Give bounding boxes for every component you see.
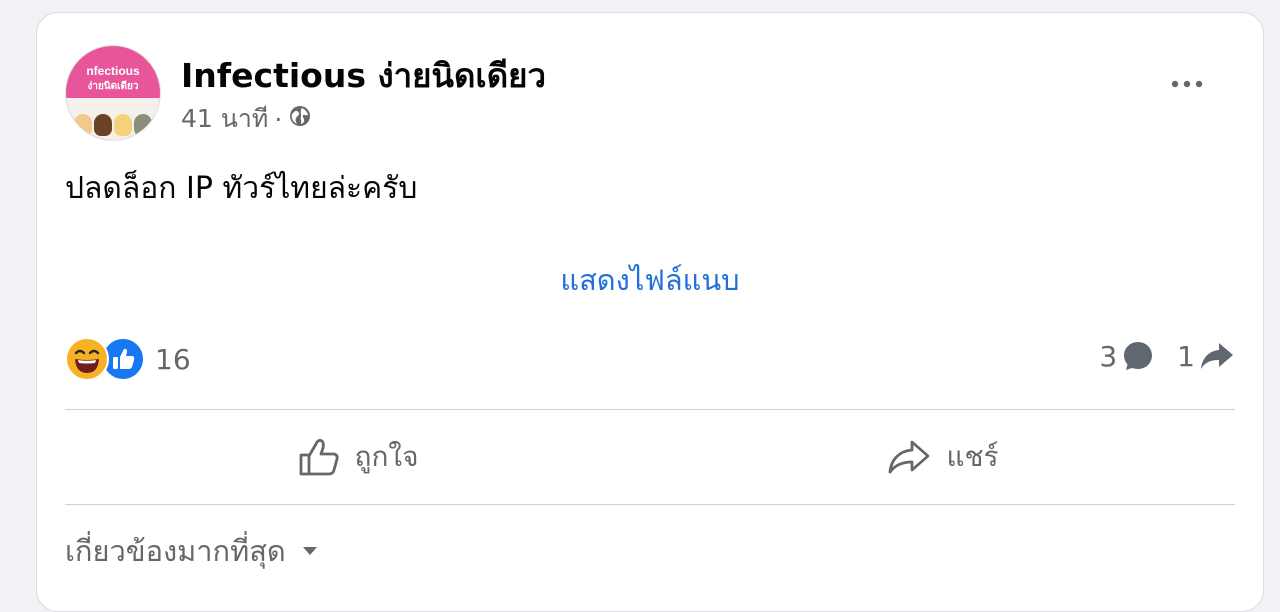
reactions-summary[interactable]: 16 — [65, 337, 191, 381]
post-meta: 41 นาที · — [181, 99, 312, 139]
share-icon[interactable] — [1199, 340, 1235, 372]
face-graphic — [114, 114, 132, 136]
avatar-text-line1: nfectious — [86, 64, 140, 78]
comment-count[interactable]: 3 — [1099, 340, 1117, 373]
divider — [65, 504, 1235, 505]
share-count[interactable]: 1 — [1177, 340, 1195, 373]
thumbs-up-icon — [297, 436, 355, 478]
show-attachment-link[interactable]: แสดงไฟล์แนบ — [560, 263, 739, 297]
face-graphic — [134, 114, 152, 136]
share-arrow-icon — [886, 437, 946, 477]
comment-sort-dropdown[interactable]: เกี่ยวข้องมากที่สุด — [65, 528, 318, 574]
globe-icon[interactable] — [288, 104, 312, 134]
caret-down-icon — [302, 546, 318, 556]
like-button-label: ถูกใจ — [354, 440, 419, 473]
page-avatar[interactable]: nfectious ง่ายนิดเดียว — [65, 45, 161, 141]
comment-icon[interactable] — [1121, 339, 1155, 373]
avatar-faces-graphic — [66, 98, 160, 140]
share-button[interactable]: แชร์ — [650, 410, 1235, 504]
comment-sort-label: เกี่ยวข้องมากที่สุด — [65, 534, 286, 568]
avatar-text-line2: ง่ายนิดเดียว — [87, 81, 139, 92]
engagement-counts: 3 1 — [1099, 339, 1235, 373]
face-graphic — [94, 114, 112, 136]
reaction-count: 16 — [155, 342, 191, 376]
face-graphic — [74, 114, 92, 136]
meta-separator: · — [274, 104, 283, 134]
action-bar: ถูกใจ แชร์ — [65, 410, 1235, 504]
haha-icon — [65, 337, 109, 381]
page-name-link[interactable]: Infectious ง่ายนิดเดียว — [181, 49, 546, 102]
share-button-label: แชร์ — [946, 440, 999, 473]
show-attachment-container: แสดงไฟล์แนบ — [37, 257, 1263, 303]
post-time-link[interactable]: 41 นาที — [181, 99, 268, 139]
like-button[interactable]: ถูกใจ — [65, 410, 650, 504]
more-options-icon[interactable] — [1165, 69, 1213, 99]
post-card: nfectious ง่ายนิดเดียว Infectious ง่ายนิ… — [36, 12, 1264, 612]
post-text: ปลดล็อก IP ทัวร์ไทยล่ะครับ — [65, 171, 418, 206]
